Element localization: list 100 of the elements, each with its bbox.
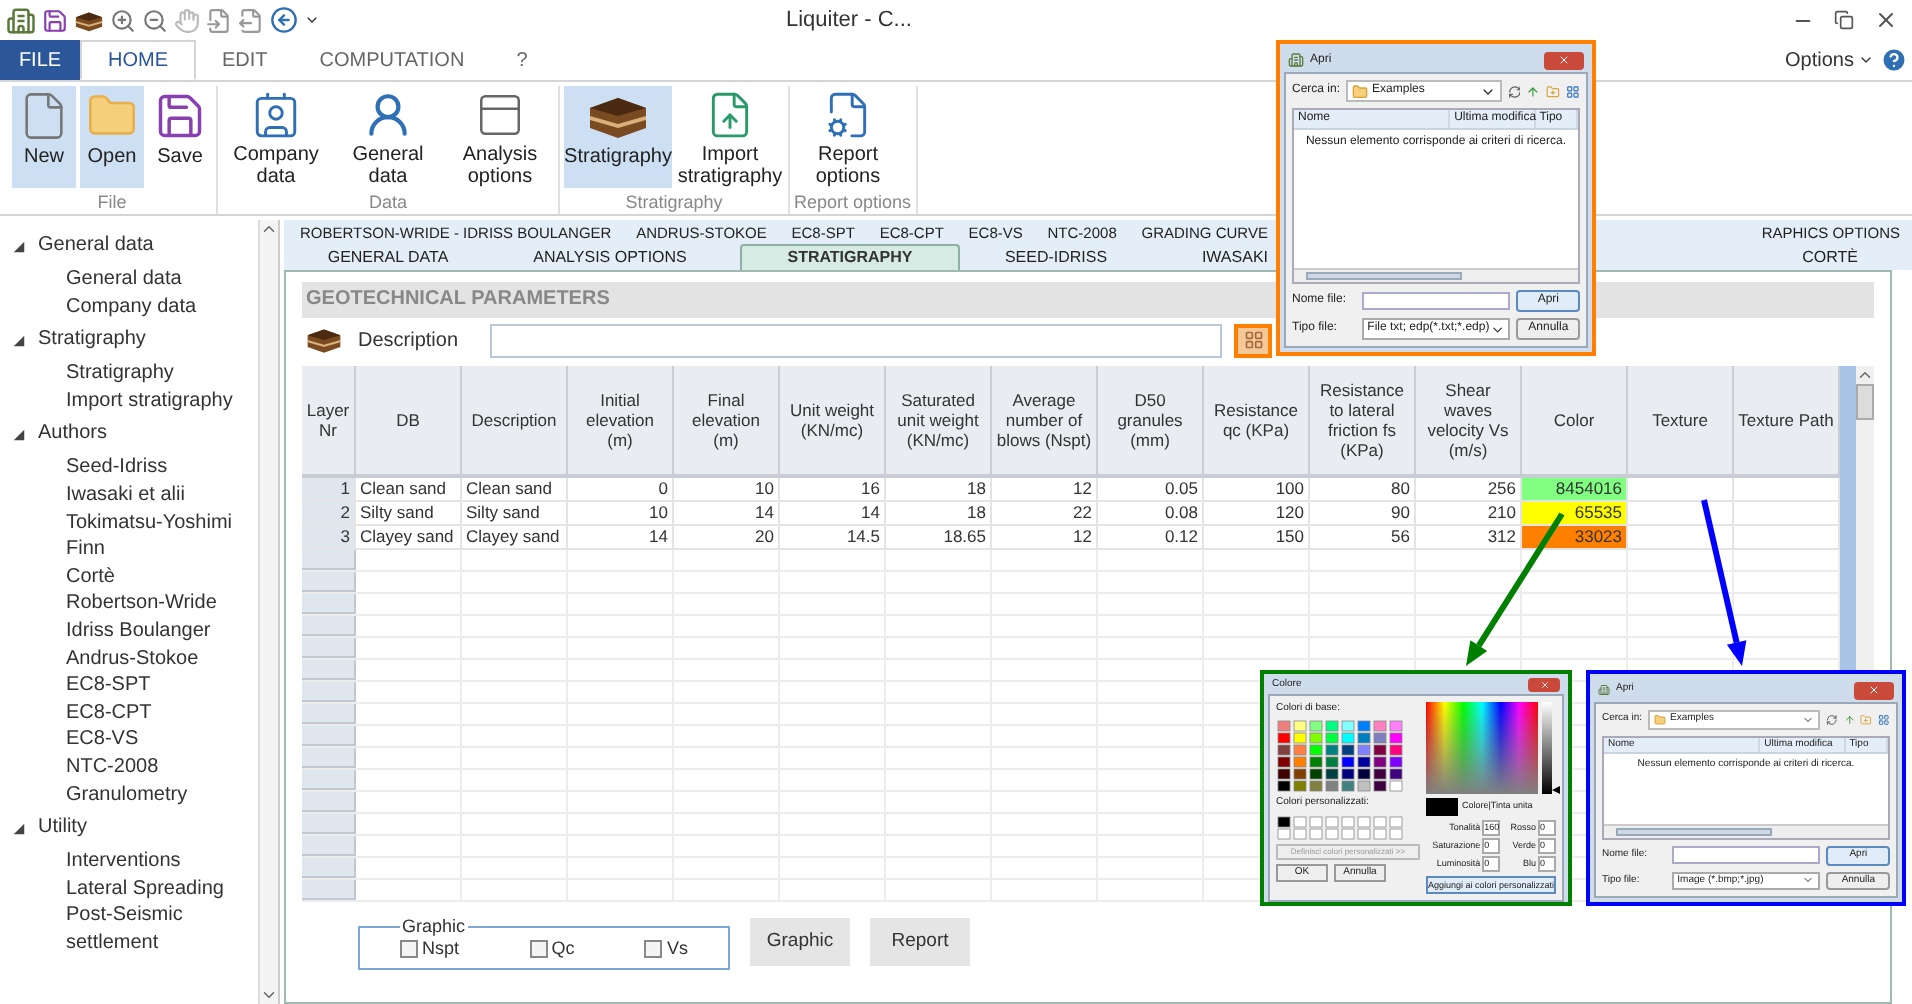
column-header[interactable]: Texture bbox=[1628, 366, 1734, 478]
tree-group[interactable]: Authors bbox=[38, 420, 107, 449]
column-header[interactable]: Average number of blows (Nspt) bbox=[992, 366, 1098, 478]
tree-item[interactable]: EC8-CPT bbox=[66, 699, 258, 727]
slider-pointer[interactable] bbox=[1552, 785, 1560, 793]
ribbon-tab[interactable]: ? bbox=[490, 40, 554, 80]
filename-field[interactable] bbox=[1361, 292, 1511, 310]
help-icon[interactable] bbox=[1880, 46, 1908, 74]
new-folder-icon[interactable] bbox=[1860, 713, 1873, 726]
new-folder-icon[interactable] bbox=[1546, 83, 1561, 99]
file-export-icon[interactable] bbox=[238, 7, 264, 33]
filename-field[interactable] bbox=[1671, 846, 1821, 865]
file-import-icon[interactable] bbox=[206, 7, 232, 33]
file-tab[interactable]: FILE bbox=[0, 40, 80, 80]
scroll-up-icon[interactable] bbox=[260, 220, 278, 238]
tree-item[interactable]: Finn bbox=[66, 536, 258, 564]
refresh-icon[interactable] bbox=[1825, 713, 1838, 726]
close-button[interactable] bbox=[1854, 681, 1894, 699]
column-header[interactable]: Color bbox=[1522, 366, 1628, 478]
ribbon-tab[interactable]: EDIT bbox=[196, 40, 294, 80]
soil-layers-icon[interactable] bbox=[74, 7, 104, 33]
column-header[interactable]: Initial elevation (m) bbox=[568, 366, 674, 478]
horizontal-scrollbar[interactable] bbox=[1294, 268, 1578, 282]
column-header[interactable]: Unit weight (KN/mc) bbox=[780, 366, 886, 478]
ribbon-button[interactable]: New bbox=[12, 86, 76, 188]
tree-item[interactable]: Cortè bbox=[66, 563, 258, 591]
save-icon[interactable] bbox=[42, 7, 68, 33]
column-header[interactable]: Shear waves velocity Vs (m/s) bbox=[1416, 366, 1522, 478]
zoom-in-icon[interactable] bbox=[110, 7, 136, 33]
module-tab[interactable]: CORTÈ bbox=[1760, 244, 1900, 270]
tree-item[interactable]: Company data bbox=[66, 293, 258, 321]
ribbon-button[interactable]: Analysis options bbox=[446, 86, 554, 188]
tree-item[interactable]: EC8-VS bbox=[66, 726, 258, 754]
description-field[interactable] bbox=[490, 323, 1222, 357]
horizontal-scrollbar[interactable] bbox=[1604, 824, 1888, 838]
tree-item[interactable]: Import stratigraphy bbox=[66, 387, 258, 415]
expanded-triangle-icon[interactable] bbox=[12, 333, 26, 348]
close-button[interactable] bbox=[1544, 51, 1584, 69]
vertical-scrollbar[interactable] bbox=[258, 220, 278, 1004]
tree-item[interactable]: Granulometry bbox=[66, 781, 258, 809]
column-header[interactable]: Texture Path bbox=[1734, 366, 1840, 478]
expanded-triangle-icon[interactable] bbox=[12, 427, 26, 442]
color-spectrum[interactable] bbox=[1426, 701, 1538, 793]
tree-item[interactable]: Seed-Idriss bbox=[66, 454, 258, 482]
checkbox[interactable]: Nspt bbox=[400, 935, 460, 962]
ribbon-button[interactable]: Stratigraphy bbox=[564, 86, 672, 188]
scroll-thumb[interactable] bbox=[1856, 384, 1874, 420]
hand-icon[interactable] bbox=[174, 7, 200, 33]
custom-colors-drawing[interactable] bbox=[1276, 815, 1404, 839]
close-icon[interactable] bbox=[1874, 8, 1898, 32]
action-button[interactable]: Report bbox=[870, 918, 970, 966]
checkbox[interactable]: Qc bbox=[529, 935, 575, 962]
ribbon-tab[interactable]: COMPUTATION bbox=[293, 40, 491, 80]
tree-item[interactable]: Post-Seismic settlement bbox=[66, 902, 258, 957]
tree-item[interactable]: Interventions bbox=[66, 848, 258, 876]
up-folder-icon[interactable] bbox=[1526, 83, 1541, 99]
close-button[interactable] bbox=[1528, 678, 1560, 693]
column-header[interactable]: Layer Nr bbox=[302, 366, 356, 478]
module-tab[interactable]: STRATIGRAPHY bbox=[740, 244, 960, 270]
view-menu-icon[interactable] bbox=[1566, 83, 1581, 99]
refresh-icon[interactable] bbox=[1507, 83, 1521, 99]
column-header[interactable]: Final elevation (m) bbox=[674, 366, 780, 478]
checkbox[interactable]: Vs bbox=[644, 935, 688, 962]
options-menu[interactable]: Options bbox=[1785, 45, 1874, 75]
restore-icon[interactable] bbox=[1834, 10, 1854, 30]
module-tab[interactable]: SEED-IDRISS bbox=[960, 244, 1152, 270]
tree-item[interactable]: Andrus-Stokoe bbox=[66, 645, 258, 673]
checkbox-square[interactable] bbox=[529, 939, 548, 958]
ribbon-button[interactable]: General data bbox=[334, 86, 442, 188]
column-header[interactable]: D50 granules (mm) bbox=[1098, 366, 1204, 478]
checkbox-square[interactable] bbox=[400, 939, 418, 958]
up-folder-icon[interactable] bbox=[1843, 713, 1855, 726]
browse-button[interactable] bbox=[1234, 323, 1272, 357]
checkbox-square[interactable] bbox=[644, 939, 663, 958]
scroll-down-icon[interactable] bbox=[260, 986, 278, 1004]
tree-group[interactable]: Utility bbox=[38, 814, 87, 843]
ribbon-button[interactable]: Save bbox=[148, 86, 212, 188]
column-header[interactable]: Saturated unit weight (KN/mc) bbox=[886, 366, 992, 478]
tree-item[interactable]: Robertson-Wride Idriss Boulanger bbox=[66, 590, 258, 646]
back-icon[interactable] bbox=[270, 6, 298, 34]
tree-item[interactable]: NTC-2008 bbox=[66, 753, 258, 781]
tree-item[interactable]: EC8-SPT bbox=[66, 672, 258, 700]
action-button[interactable]: Graphic bbox=[750, 918, 850, 966]
ribbon-button[interactable]: Import stratigraphy bbox=[676, 86, 784, 188]
tree-group[interactable]: Stratigraphy bbox=[38, 326, 146, 355]
caret-icon[interactable] bbox=[304, 12, 320, 28]
tree-group[interactable]: General data bbox=[38, 232, 154, 260]
tree-item[interactable]: Iwasaki et alii bbox=[66, 481, 258, 510]
module-tab[interactable]: GENERAL DATA bbox=[296, 244, 480, 270]
module-tab[interactable]: IWASAKI bbox=[1152, 244, 1272, 270]
tree-item[interactable]: Stratigraphy bbox=[66, 360, 258, 388]
ribbon-tab[interactable]: HOME bbox=[80, 40, 196, 80]
zoom-out-icon[interactable] bbox=[142, 7, 168, 33]
expanded-triangle-icon[interactable] bbox=[12, 239, 26, 253]
column-header[interactable]: Resistance qc (KPa) bbox=[1204, 366, 1310, 478]
view-menu-icon[interactable] bbox=[1878, 713, 1891, 726]
tree-item[interactable]: Tokimatsu-Yoshimi bbox=[66, 509, 258, 537]
ribbon-button[interactable]: Open bbox=[80, 86, 144, 188]
column-header[interactable]: DB bbox=[356, 366, 462, 478]
expanded-triangle-icon[interactable] bbox=[12, 821, 26, 836]
